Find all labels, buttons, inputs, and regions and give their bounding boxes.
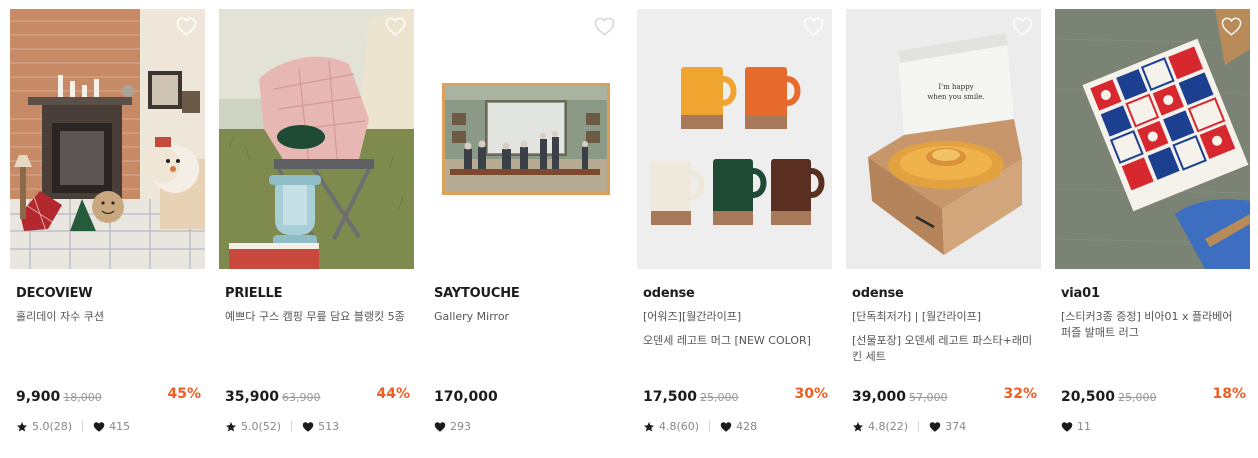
product-brand[interactable]: via01 <box>1061 286 1100 301</box>
discount-rate: 45% <box>167 386 201 402</box>
price-row: 20,500 25,000 18% <box>1061 386 1246 406</box>
product-brand[interactable]: odense <box>643 286 695 301</box>
product-tag-line: [단독최저가] | [월간라이프] <box>852 310 982 323</box>
product-grid: DECOVIEW 홀리데이 자수 쿠션 9,900 18,000 45% 5.0(… <box>0 0 1258 458</box>
fireplace-scene-image <box>10 9 205 269</box>
rating-text: 4.8(60) <box>659 420 700 433</box>
product-title[interactable]: [단독최저가] | [월간라이프] [선물포장] 오덴세 레고트 파스타+래미킨… <box>852 309 1037 365</box>
star-icon <box>853 421 863 431</box>
sale-price: 17,500 <box>643 389 698 405</box>
rating-text: 5.0(52) <box>241 420 282 433</box>
sale-price: 9,900 <box>16 389 61 405</box>
box-text-line: I'm happy <box>938 83 973 91</box>
product-meta: 5.0(28) 415 <box>16 420 130 433</box>
wishlist-heart-icon[interactable] <box>803 17 824 36</box>
discount-rate: 44% <box>376 386 410 402</box>
wishlist-heart-icon[interactable] <box>385 17 406 36</box>
original-price: 18,000 <box>63 391 102 404</box>
sale-price: 170,000 <box>434 389 498 405</box>
original-price: 57,000 <box>909 391 948 404</box>
product-card[interactable]: via01 [스티커3종 증정] 비아01 x 플라베어 퍼즐 발매트 러그 2… <box>1055 9 1250 449</box>
product-title[interactable]: 예쁘다 구스 캠핑 무릎 담요 블랭킷 5종 <box>225 309 410 325</box>
product-thumbnail[interactable] <box>637 9 832 269</box>
product-brand[interactable]: DECOVIEW <box>16 286 93 301</box>
star-icon <box>17 421 27 431</box>
product-thumbnail[interactable] <box>1055 9 1250 269</box>
product-brand[interactable]: SAYTOUCHE <box>434 286 520 301</box>
likes-count: 293 <box>450 420 471 433</box>
product-card[interactable]: DECOVIEW 홀리데이 자수 쿠션 9,900 18,000 45% 5.0(… <box>10 9 205 449</box>
heart-icon <box>434 421 446 432</box>
product-brand[interactable]: odense <box>852 286 904 301</box>
sale-price: 20,500 <box>1061 389 1116 405</box>
heart-icon <box>1061 421 1073 432</box>
discount-rate: 30% <box>794 386 828 402</box>
product-meta: 293 <box>434 420 471 433</box>
product-brand[interactable]: PRIELLE <box>225 286 283 301</box>
product-card[interactable]: SAYTOUCHE Gallery Mirror 170,000 293 <box>428 9 623 449</box>
original-price: 63,900 <box>282 391 321 404</box>
product-title[interactable]: 홀리데이 자수 쿠션 <box>16 309 201 325</box>
likes-count: 11 <box>1077 420 1091 433</box>
product-title-line: 홀리데이 자수 쿠션 <box>16 310 104 323</box>
wishlist-heart-icon[interactable] <box>1221 17 1242 36</box>
product-tag-line: [어워즈][월간라이프] <box>643 310 742 323</box>
colored-mugs-image <box>637 9 832 269</box>
product-title-line: 오덴세 레고트 머그 [NEW COLOR] <box>643 334 811 347</box>
product-thumbnail[interactable] <box>10 9 205 269</box>
star-icon <box>226 421 236 431</box>
product-thumbnail[interactable]: I'm happy when you smile. <box>846 9 1041 269</box>
gallery-mirror-image <box>428 9 623 269</box>
original-price: 25,000 <box>1118 391 1157 404</box>
discount-rate: 18% <box>1212 386 1246 402</box>
product-title[interactable]: [스티커3종 증정] 비아01 x 플라베어 퍼즐 발매트 러그 <box>1061 309 1246 341</box>
wishlist-heart-icon[interactable] <box>1012 17 1033 36</box>
likes-count: 415 <box>109 420 131 433</box>
camping-chair-blanket-image <box>219 9 414 269</box>
discount-rate: 32% <box>1003 386 1037 402</box>
likes-count: 513 <box>318 420 340 433</box>
divider <box>291 421 293 432</box>
product-title-line: Gallery Mirror <box>434 310 510 323</box>
product-title[interactable]: Gallery Mirror <box>434 309 619 325</box>
product-thumbnail[interactable] <box>219 9 414 269</box>
price-row: 17,500 25,000 30% <box>643 386 828 406</box>
puzzle-rug-image <box>1055 9 1250 269</box>
product-meta: 4.8(22) 374 <box>852 420 966 433</box>
heart-icon <box>302 421 314 432</box>
product-title-line: [스티커3종 증정] 비아01 x 플라베어 퍼즐 발매트 러그 <box>1061 310 1233 339</box>
box-text-line: when you smile. <box>927 93 984 101</box>
divider <box>918 421 920 432</box>
product-card[interactable]: PRIELLE 예쁘다 구스 캠핑 무릎 담요 블랭킷 5종 35,900 63,… <box>219 9 414 449</box>
sale-price: 39,000 <box>852 389 907 405</box>
heart-icon <box>93 421 105 432</box>
wishlist-heart-icon[interactable] <box>594 17 615 36</box>
price-row: 35,900 63,900 44% <box>225 386 410 406</box>
heart-icon <box>720 421 732 432</box>
divider <box>82 421 84 432</box>
divider <box>709 421 711 432</box>
product-title-line: [선물포장] 오덴세 레고트 파스타+래미킨 세트 <box>852 334 1033 363</box>
likes-count: 374 <box>945 420 967 433</box>
rating-text: 4.8(22) <box>868 420 909 433</box>
product-meta: 5.0(52) 513 <box>225 420 339 433</box>
star-icon <box>644 421 654 431</box>
product-meta: 11 <box>1061 420 1091 433</box>
product-title[interactable]: [어워즈][월간라이프] 오덴세 레고트 머그 [NEW COLOR] <box>643 309 828 349</box>
gift-box-plate-image: I'm happy when you smile. <box>846 9 1041 269</box>
product-thumbnail[interactable] <box>428 9 623 269</box>
price-row: 170,000 <box>434 386 619 406</box>
heart-icon <box>929 421 941 432</box>
product-card[interactable]: odense [어워즈][월간라이프] 오덴세 레고트 머그 [NEW COLO… <box>637 9 832 449</box>
rating-text: 5.0(28) <box>32 420 73 433</box>
wishlist-heart-icon[interactable] <box>176 17 197 36</box>
product-card[interactable]: I'm happy when you smile. odense [단독최저가]… <box>846 9 1041 449</box>
likes-count: 428 <box>736 420 758 433</box>
product-meta: 4.8(60) 428 <box>643 420 757 433</box>
original-price: 25,000 <box>700 391 739 404</box>
product-title-line: 예쁘다 구스 캠핑 무릎 담요 블랭킷 5종 <box>225 310 405 323</box>
price-row: 39,000 57,000 32% <box>852 386 1037 406</box>
sale-price: 35,900 <box>225 389 280 405</box>
price-row: 9,900 18,000 45% <box>16 386 201 406</box>
